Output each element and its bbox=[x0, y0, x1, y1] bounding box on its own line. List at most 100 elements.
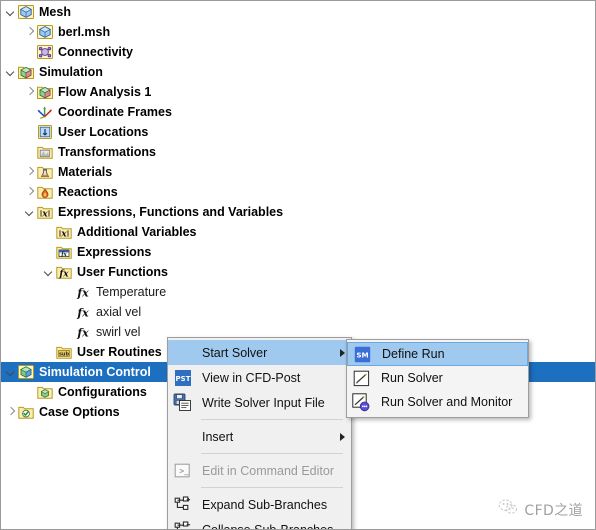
chevron-right-icon[interactable] bbox=[24, 186, 37, 199]
menu-item-view-in-cfd-post[interactable]: PST View in CFD-Post bbox=[168, 365, 351, 390]
collapse-branches-icon bbox=[171, 519, 194, 529]
tree-item-additional-variables[interactable]: x Additional Variables bbox=[1, 222, 595, 242]
chevron-down-icon[interactable] bbox=[24, 206, 37, 219]
tree-item-label: Simulation bbox=[39, 64, 103, 79]
submenu-item-label: Run Solver and Monitor bbox=[381, 395, 513, 409]
menu-item-expand-sub-branches[interactable]: Expand Sub-Branches bbox=[168, 492, 351, 517]
tree-item-label: User Functions bbox=[77, 264, 168, 279]
chevron-down-icon[interactable] bbox=[43, 266, 56, 279]
tree-item-label: Expressions bbox=[77, 244, 152, 259]
tree-item-label: axial vel bbox=[96, 304, 142, 319]
menu-icon-spacer bbox=[171, 342, 194, 363]
user-locations-icon bbox=[37, 124, 53, 140]
tree-item-flow-analysis-1[interactable]: Flow Analysis 1 bbox=[1, 82, 595, 102]
menu-item-label: Expand Sub-Branches bbox=[202, 497, 328, 512]
tree-item-user-locations[interactable]: User Locations bbox=[1, 122, 595, 142]
svg-text:sub: sub bbox=[59, 351, 70, 357]
svg-text:fx: fx bbox=[76, 327, 89, 340]
chevron-down-icon[interactable] bbox=[5, 66, 18, 79]
tree-item-expressions-functions-and-variables[interactable]: x Expressions, Functions and Variables bbox=[1, 202, 595, 222]
tree-item-materials[interactable]: Materials bbox=[1, 162, 595, 182]
menu-item-label: Edit in Command Editor bbox=[202, 463, 335, 478]
transformations-icon bbox=[37, 144, 53, 160]
materials-flask-icon bbox=[37, 164, 53, 180]
tree-item-berl-msh[interactable]: berl.msh bbox=[1, 22, 595, 42]
svg-text:fx: fx bbox=[60, 252, 67, 258]
tree-item-label: Flow Analysis 1 bbox=[58, 84, 152, 99]
fx-icon: fx bbox=[75, 304, 91, 320]
svg-text:fx: fx bbox=[76, 307, 89, 320]
tree-item-expressions[interactable]: fx Expressions bbox=[1, 242, 595, 262]
tree-item-label: Additional Variables bbox=[77, 224, 197, 239]
tree-item-label: Temperature bbox=[96, 284, 167, 299]
menu-separator bbox=[201, 453, 343, 454]
menu-item-label: Write Solver Input File bbox=[202, 395, 325, 410]
chevron-down-icon[interactable] bbox=[5, 6, 18, 19]
tree-item-reactions[interactable]: Reactions bbox=[1, 182, 595, 202]
tree-item-label: Reactions bbox=[58, 184, 118, 199]
simulation-control-icon bbox=[18, 364, 34, 380]
tree-item-axial-vel[interactable]: fx axial vel bbox=[1, 302, 595, 322]
fx-icon: fx bbox=[75, 324, 91, 340]
menu-item-collapse-sub-branches[interactable]: Collapse Sub-Branches bbox=[168, 517, 351, 530]
write-solver-input-icon bbox=[171, 392, 194, 413]
svg-text:SM: SM bbox=[356, 350, 368, 359]
tree-item-label: Materials bbox=[58, 164, 113, 179]
tree-item-label: User Routines bbox=[77, 344, 162, 359]
submenu-item-define-run[interactable]: SM Define Run bbox=[347, 342, 528, 366]
tree-item-coordinate-frames[interactable]: Coordinate Frames bbox=[1, 102, 595, 122]
user-routines-sub-icon: sub bbox=[56, 344, 72, 360]
cfd-post-icon: PST bbox=[171, 367, 194, 388]
svg-text:x: x bbox=[41, 208, 48, 219]
tree-item-label: berl.msh bbox=[58, 24, 111, 39]
configurations-icon bbox=[37, 384, 53, 400]
svg-text:PST: PST bbox=[175, 375, 190, 383]
menu-item-insert[interactable]: Insert bbox=[168, 424, 351, 449]
tree-item-connectivity[interactable]: Connectivity bbox=[1, 42, 595, 62]
context-menu[interactable]: Start Solver PST View in CFD-Post Write … bbox=[167, 337, 352, 530]
menu-item-write-solver-input-file[interactable]: Write Solver Input File bbox=[168, 390, 351, 415]
tree-item-label: Case Options bbox=[39, 404, 120, 419]
case-options-icon bbox=[18, 404, 34, 420]
menu-item-label: Collapse Sub-Branches bbox=[202, 522, 334, 530]
tree-item-transformations[interactable]: Transformations bbox=[1, 142, 595, 162]
chevron-right-icon[interactable] bbox=[5, 406, 18, 419]
menu-separator bbox=[201, 487, 343, 488]
expressions-icon: x bbox=[37, 204, 53, 220]
tree-item-label: Connectivity bbox=[58, 44, 134, 59]
submenu-item-label: Define Run bbox=[382, 347, 445, 361]
command-editor-icon: >_ bbox=[171, 460, 194, 481]
chevron-right-icon[interactable] bbox=[24, 26, 37, 39]
tree-item-mesh[interactable]: Mesh bbox=[1, 2, 595, 22]
simulation-folder-icon bbox=[18, 64, 34, 80]
chevron-right-icon[interactable] bbox=[24, 86, 37, 99]
start-solver-submenu[interactable]: SM Define Run Run Solver Run Solver and … bbox=[346, 339, 529, 418]
tree-item-label: Coordinate Frames bbox=[58, 104, 172, 119]
mesh-cube-icon bbox=[18, 4, 34, 20]
tree-item-simulation[interactable]: Simulation bbox=[1, 62, 595, 82]
tree-item-label: swirl vel bbox=[96, 324, 141, 339]
run-solver-icon bbox=[350, 368, 373, 389]
chevron-right-icon[interactable] bbox=[24, 166, 37, 179]
menu-item-start-solver[interactable]: Start Solver bbox=[168, 340, 351, 365]
submenu-item-run-solver-and-monitor[interactable]: Run Solver and Monitor bbox=[347, 390, 528, 414]
tree-item-label: User Locations bbox=[58, 124, 149, 139]
submenu-item-run-solver[interactable]: Run Solver bbox=[347, 366, 528, 390]
tree-item-user-functions[interactable]: fx User Functions bbox=[1, 262, 595, 282]
chevron-down-icon[interactable] bbox=[5, 366, 18, 379]
reactions-flame-icon bbox=[37, 184, 53, 200]
expression-box-icon: fx bbox=[56, 244, 72, 260]
watermark: CFD之道 bbox=[498, 498, 583, 521]
expressions-icon: x bbox=[56, 224, 72, 240]
tree-item-label: Mesh bbox=[39, 4, 71, 19]
tree-item-label: Expressions, Functions and Variables bbox=[58, 204, 284, 219]
tree-item-temperature[interactable]: fx Temperature bbox=[1, 282, 595, 302]
submenu-item-label: Run Solver bbox=[381, 371, 443, 385]
connectivity-icon bbox=[37, 44, 53, 60]
menu-item-label: Start Solver bbox=[202, 345, 268, 360]
